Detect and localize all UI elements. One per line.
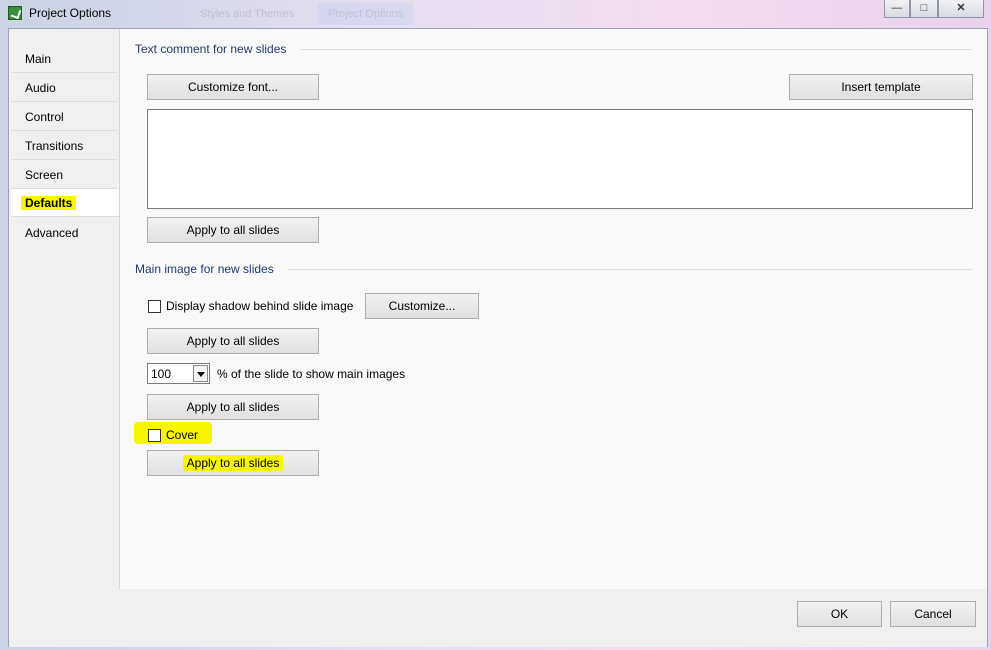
shadow-label: Display shadow behind slide image [166, 299, 354, 313]
apply-cover-label: Apply to all slides [182, 455, 284, 471]
sidebar-item-defaults[interactable]: Defaults [11, 189, 119, 217]
sidebar-item-label: Advanced [25, 226, 79, 240]
apply-cover-button[interactable]: Apply to all slides [147, 450, 319, 476]
apply-percent-button[interactable]: Apply to all slides [147, 394, 319, 420]
sidebar-item-control[interactable]: Control [11, 103, 117, 131]
sidebar: Main Audio Control Transitions Screen De… [9, 29, 120, 589]
apply-comment-button[interactable]: Apply to all slides [147, 217, 319, 243]
cover-label: Cover [166, 428, 199, 442]
section-title-main-image: Main image for new slides [135, 262, 274, 276]
dialog-footer: OK Cancel [9, 589, 987, 647]
cancel-button[interactable]: Cancel [890, 601, 976, 627]
insert-template-button[interactable]: Insert template [789, 74, 973, 100]
sidebar-item-label: Control [25, 110, 64, 124]
chevron-down-icon[interactable] [193, 365, 208, 382]
comment-textarea[interactable] [147, 109, 973, 209]
percent-value: 100 [151, 367, 172, 381]
cover-checkbox[interactable] [148, 429, 161, 442]
customize-shadow-button[interactable]: Customize... [365, 293, 479, 319]
project-options-dialog: Main Audio Control Transitions Screen De… [8, 28, 988, 647]
shadow-checkbox[interactable] [148, 300, 161, 313]
sidebar-item-label: Audio [25, 81, 56, 95]
customize-font-button[interactable]: Customize font... [147, 74, 319, 100]
percent-label: % of the slide to show main images [217, 367, 406, 381]
title-bar: Project Options Styles and Themes Projec… [0, 0, 991, 28]
sidebar-item-screen[interactable]: Screen [11, 161, 117, 189]
defaults-panel: Text comment for new slides Customize fo… [120, 29, 987, 589]
section-divider [300, 49, 972, 50]
sidebar-item-label: Screen [25, 168, 64, 182]
sidebar-item-audio[interactable]: Audio [11, 74, 117, 102]
sidebar-item-label: Transitions [25, 139, 84, 153]
apply-shadow-button[interactable]: Apply to all slides [147, 328, 319, 354]
sidebar-item-main[interactable]: Main [11, 45, 117, 73]
maximize-button[interactable]: □ [910, 0, 938, 18]
background-tab-styles: Styles and Themes [200, 8, 294, 20]
minimize-button[interactable]: — [884, 0, 910, 18]
section-title-text-comment: Text comment for new slides [135, 42, 287, 56]
close-button[interactable]: ✕ [938, 0, 984, 18]
background-tab-project-options: Project Options [318, 3, 414, 25]
percent-select[interactable]: 100 [147, 363, 210, 384]
sidebar-item-label: Defaults [21, 196, 77, 210]
sidebar-item-label: Main [25, 52, 52, 66]
sidebar-item-transitions[interactable]: Transitions [11, 132, 117, 160]
window-title: Project Options [29, 6, 112, 20]
sidebar-item-advanced[interactable]: Advanced [11, 219, 117, 247]
app-icon [8, 6, 22, 20]
section-divider [288, 269, 972, 270]
ok-button[interactable]: OK [797, 601, 882, 627]
